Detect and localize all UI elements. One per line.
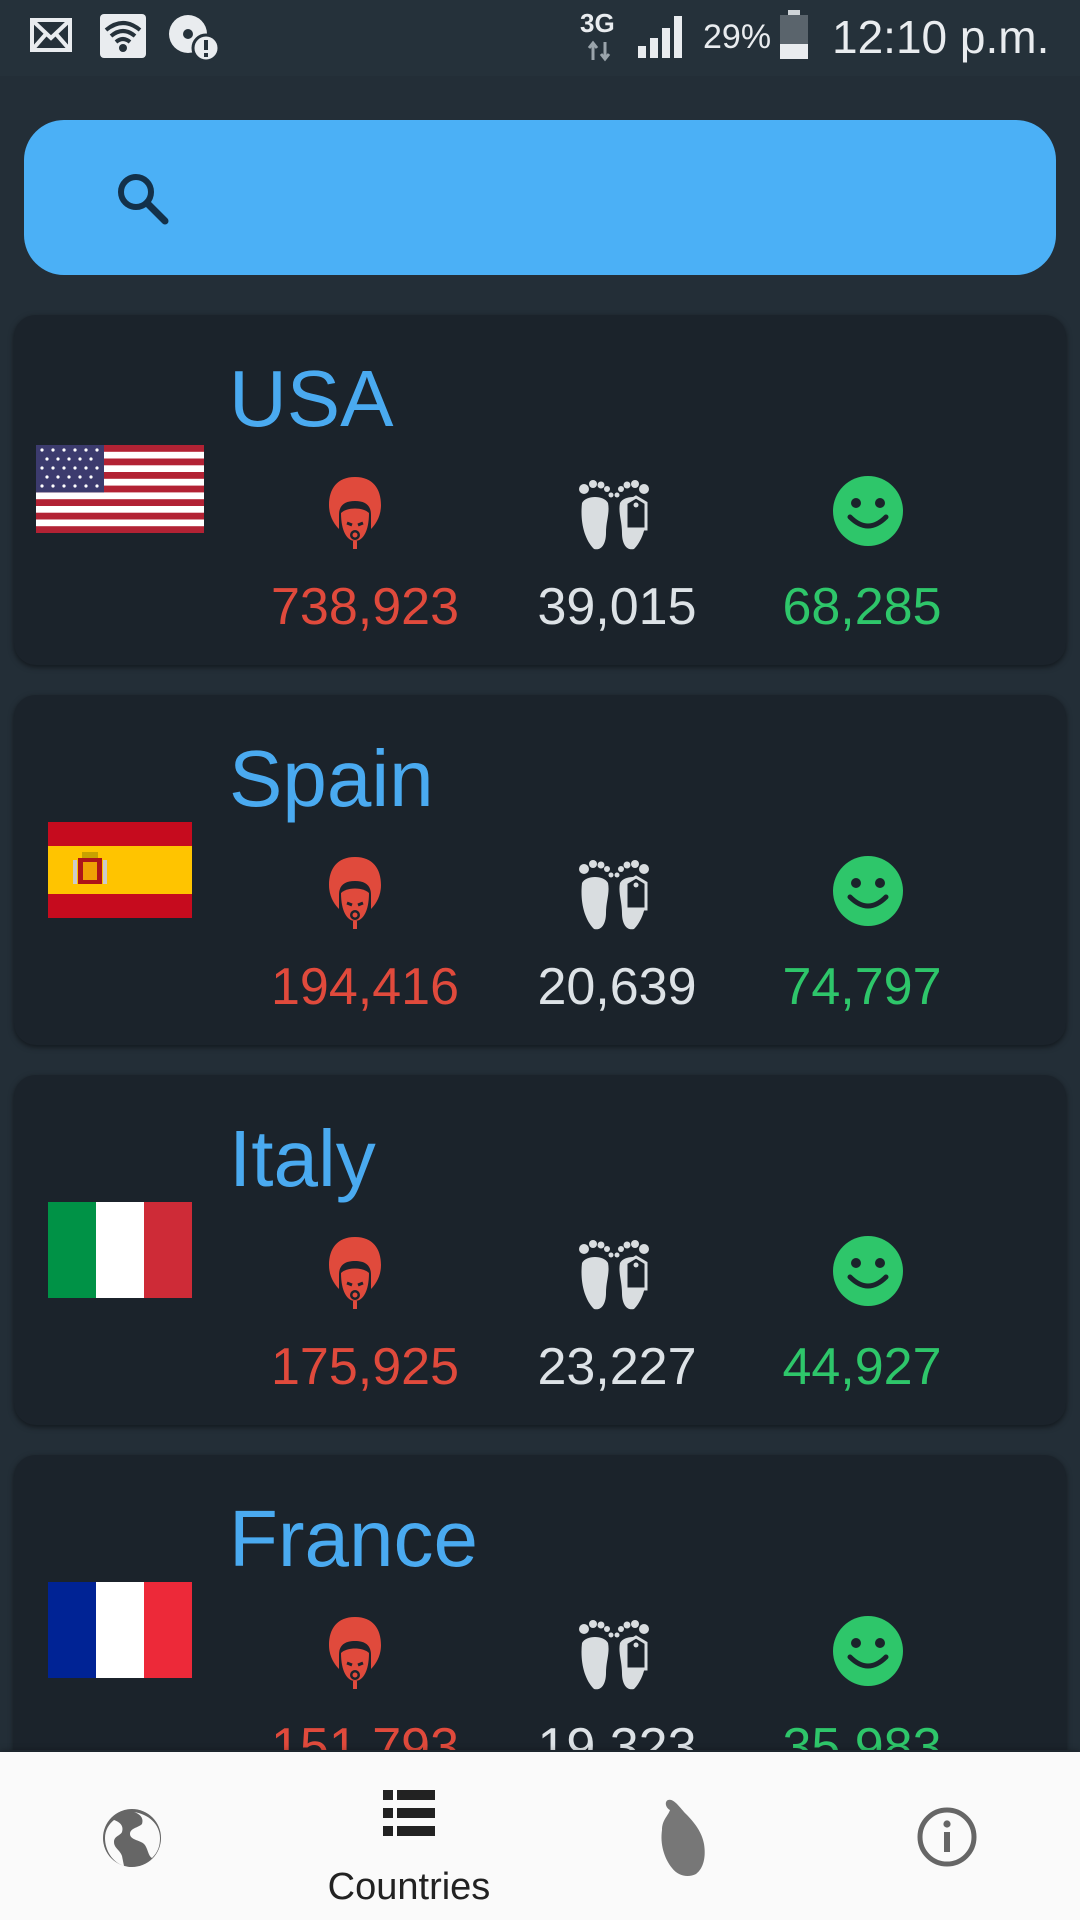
country-card-france[interactable]: France 151,793 19,323 35,983 xyxy=(14,1455,1066,1750)
recovered-count: 68,285 xyxy=(782,578,942,636)
bottom-navigation: Countries xyxy=(0,1752,1080,1920)
cases-count: 738,923 xyxy=(271,578,459,636)
deaths-count: 23,227 xyxy=(537,1338,697,1396)
infected-person-icon xyxy=(329,1237,381,1309)
list-icon xyxy=(383,1790,435,1836)
nav-label-countries: Countries xyxy=(327,1866,491,1908)
cases-count: 194,416 xyxy=(271,958,459,1016)
nav-info[interactable] xyxy=(810,1752,1080,1920)
france-flag xyxy=(48,1582,192,1678)
feet-tag-icon xyxy=(579,1620,649,1690)
clock: 12:10 p.m. xyxy=(832,11,1050,63)
infected-person-icon xyxy=(329,477,381,549)
deaths-count: 19,323 xyxy=(537,1718,697,1750)
search-input[interactable] xyxy=(194,160,1018,238)
recovered-count: 74,797 xyxy=(782,958,942,1016)
recovered-count: 44,927 xyxy=(782,1338,942,1396)
data-arrows-icon xyxy=(587,40,611,62)
italy-flag xyxy=(48,1202,192,1298)
info-icon xyxy=(917,1807,977,1867)
battery-percent: 29% xyxy=(703,18,772,56)
smiley-icon xyxy=(833,476,903,546)
infected-person-icon xyxy=(329,857,381,929)
deaths-count: 39,015 xyxy=(537,578,697,636)
smiley-icon xyxy=(833,1236,903,1306)
globe-icon xyxy=(103,1809,161,1867)
smiley-icon xyxy=(833,1616,903,1686)
recovered-count: 35,983 xyxy=(782,1718,942,1750)
nav-global[interactable] xyxy=(0,1752,270,1920)
feet-tag-icon xyxy=(579,1240,649,1310)
battery-icon xyxy=(780,10,808,59)
cases-count: 175,925 xyxy=(271,1338,459,1396)
signal-icon xyxy=(638,16,682,58)
wifi-icon xyxy=(100,14,146,58)
smiley-icon xyxy=(833,856,903,926)
sri-lanka-map-icon xyxy=(661,1799,705,1876)
country-card-spain[interactable]: Spain 194,416 20,639 74,797 xyxy=(14,695,1066,1045)
spain-flag xyxy=(48,822,192,918)
cases-count: 151,793 xyxy=(271,1718,459,1750)
country-list[interactable]: USA 738,923 39,015 68,285 Spain 194,416 … xyxy=(0,300,1080,1750)
feet-tag-icon xyxy=(579,480,649,550)
feet-tag-icon xyxy=(579,860,649,930)
nav-countries[interactable]: Countries xyxy=(274,1752,544,1920)
network-type: 3G xyxy=(580,8,615,38)
country-name: USA xyxy=(229,354,394,443)
country-name: Spain xyxy=(229,734,434,823)
alert-disc-icon xyxy=(169,15,220,62)
deaths-count: 20,639 xyxy=(537,958,697,1016)
nav-sri-lanka[interactable] xyxy=(540,1752,810,1920)
infected-person-icon xyxy=(329,1617,381,1689)
country-card-usa[interactable]: USA 738,923 39,015 68,285 xyxy=(14,315,1066,665)
country-card-italy[interactable]: Italy 175,925 23,227 44,927 xyxy=(14,1075,1066,1425)
mail-icon xyxy=(30,18,72,52)
country-name: Italy xyxy=(229,1114,376,1203)
us-flag xyxy=(36,445,204,533)
country-name: France xyxy=(229,1494,478,1583)
search-bar[interactable] xyxy=(24,120,1056,275)
search-icon xyxy=(118,174,169,225)
status-bar: 3G 29% 12:10 p.m. xyxy=(0,0,1080,76)
